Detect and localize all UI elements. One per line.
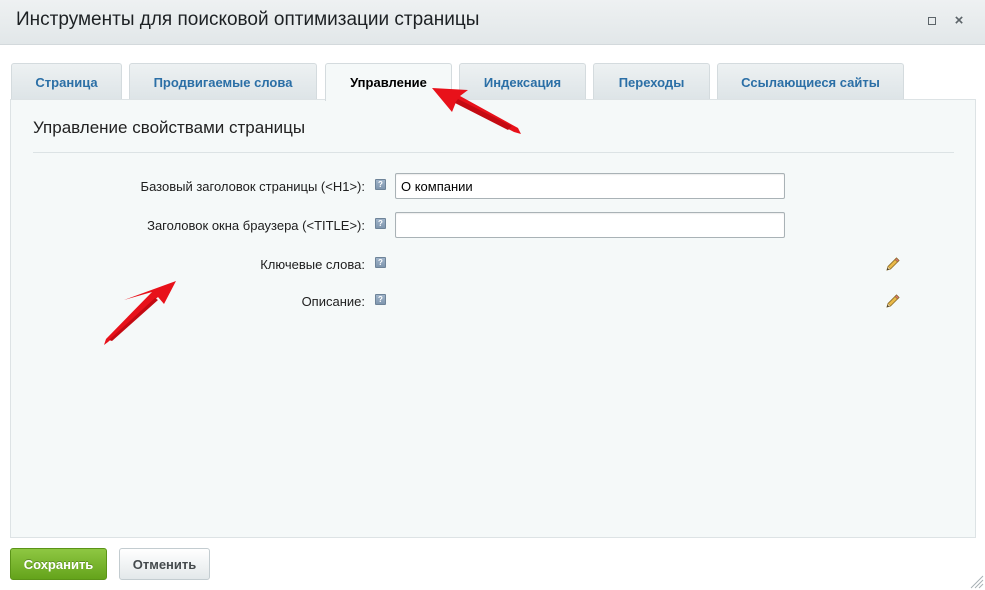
close-button[interactable]: × [951,13,967,29]
tab-indexing[interactable]: Индексация [459,63,586,100]
keywords-label: Ключевые слова: [260,257,365,272]
maximize-button[interactable] [924,13,940,29]
section-title: Управление свойствами страницы [33,118,306,137]
tab-panel-management: Управление свойствами страницы Базовый з… [10,99,976,538]
section-divider [33,152,954,153]
title-help-icon[interactable]: ? [375,218,386,229]
tab-referring-sites[interactable]: Ссылающиеся сайты [717,63,904,100]
keywords-help-icon[interactable]: ? [375,257,386,268]
maximize-icon [928,17,936,25]
description-help-icon[interactable]: ? [375,294,386,305]
tab-page[interactable]: Страница [11,63,122,100]
title-input[interactable] [395,212,785,238]
cancel-button[interactable]: Отменить [119,548,210,580]
tab-management[interactable]: Управление [325,63,452,101]
description-label: Описание: [301,294,365,309]
description-edit-pencil-icon[interactable] [885,293,901,309]
h1-help-icon[interactable]: ? [375,179,386,190]
window-titlebar: Инструменты для поисковой оптимизации ст… [0,0,985,45]
tab-promoted-words[interactable]: Продвигаемые слова [129,63,317,100]
save-button[interactable]: Сохранить [10,548,107,580]
resize-grip-icon[interactable] [968,573,984,589]
h1-input[interactable] [395,173,785,199]
title-label: Заголовок окна браузера (<TITLE>): [147,218,365,233]
window-title: Инструменты для поисковой оптимизации ст… [16,9,480,30]
keywords-edit-pencil-icon[interactable] [885,256,901,272]
tab-transitions[interactable]: Переходы [593,63,710,100]
close-icon: × [954,12,964,29]
h1-label: Базовый заголовок страницы (<H1>): [140,179,365,194]
